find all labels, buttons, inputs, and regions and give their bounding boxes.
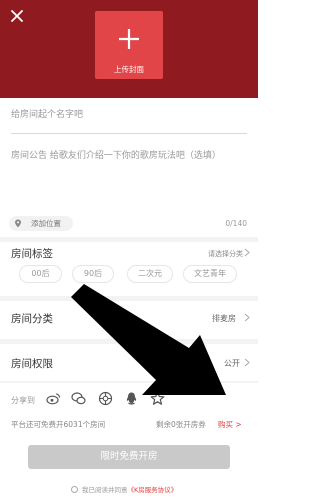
- chevron-right-icon[interactable]: [244, 313, 250, 322]
- room-tags-title: 房间标签: [11, 248, 53, 260]
- add-location-label: 添加位置: [31, 219, 61, 228]
- free-room-quota: 平台还可免费开6031个房间: [11, 420, 106, 429]
- qq-icon[interactable]: [124, 391, 139, 406]
- room-category-value[interactable]: 排麦房: [212, 313, 236, 324]
- room-ticket-balance: 剩余0张开房券: [156, 420, 206, 429]
- char-counter: 0/140: [225, 219, 247, 228]
- share-label: 分享到: [11, 396, 35, 405]
- tag-acg[interactable]: 二次元: [127, 265, 173, 283]
- divider: [0, 237, 258, 242]
- tags-hint[interactable]: 请选择分类: [208, 249, 243, 259]
- chevron-right-icon[interactable]: [244, 358, 250, 367]
- room-permission-value[interactable]: 公开: [224, 358, 240, 369]
- qzone-star-icon[interactable]: [150, 391, 165, 406]
- room-notice-input[interactable]: 房间公告 给歌友们介绍一下你的歌房玩法吧（选填）: [11, 149, 247, 163]
- agreement-prefix: 我已阅读并同意: [82, 486, 128, 494]
- divider: [0, 381, 258, 383]
- room-category-title: 房间分类: [11, 313, 53, 325]
- room-name-input[interactable]: 给房间起个名字吧: [11, 108, 247, 134]
- agreement-text: 我已阅读并同意《K房服务协议》: [82, 484, 177, 494]
- location-pin-icon: [15, 219, 21, 228]
- tag-00s[interactable]: 00后: [19, 265, 62, 283]
- service-agreement-link[interactable]: 《K房服务协议》: [128, 486, 178, 494]
- room-permission-title: 房间权限: [11, 358, 53, 370]
- buy-ticket-link[interactable]: 购买 >: [218, 419, 242, 430]
- add-location-button[interactable]: 添加位置: [9, 216, 73, 231]
- close-icon[interactable]: [9, 8, 25, 24]
- weibo-icon[interactable]: [46, 391, 61, 406]
- plus-icon: [119, 29, 139, 49]
- moments-icon[interactable]: [98, 391, 113, 406]
- divider: [0, 339, 258, 344]
- upload-cover-button[interactable]: 上传封面: [95, 11, 163, 79]
- upload-cover-label: 上传封面: [114, 65, 144, 74]
- header-banner: 上传封面: [0, 0, 258, 98]
- tag-90s[interactable]: 90后: [72, 265, 114, 283]
- open-room-button[interactable]: 限时免费开房: [28, 445, 230, 469]
- tag-literary-youth[interactable]: 文艺青年: [183, 265, 237, 283]
- wechat-icon[interactable]: [71, 391, 86, 406]
- divider: [0, 296, 258, 301]
- chevron-right-icon[interactable]: [244, 248, 250, 257]
- agreement-checkbox[interactable]: [71, 486, 78, 493]
